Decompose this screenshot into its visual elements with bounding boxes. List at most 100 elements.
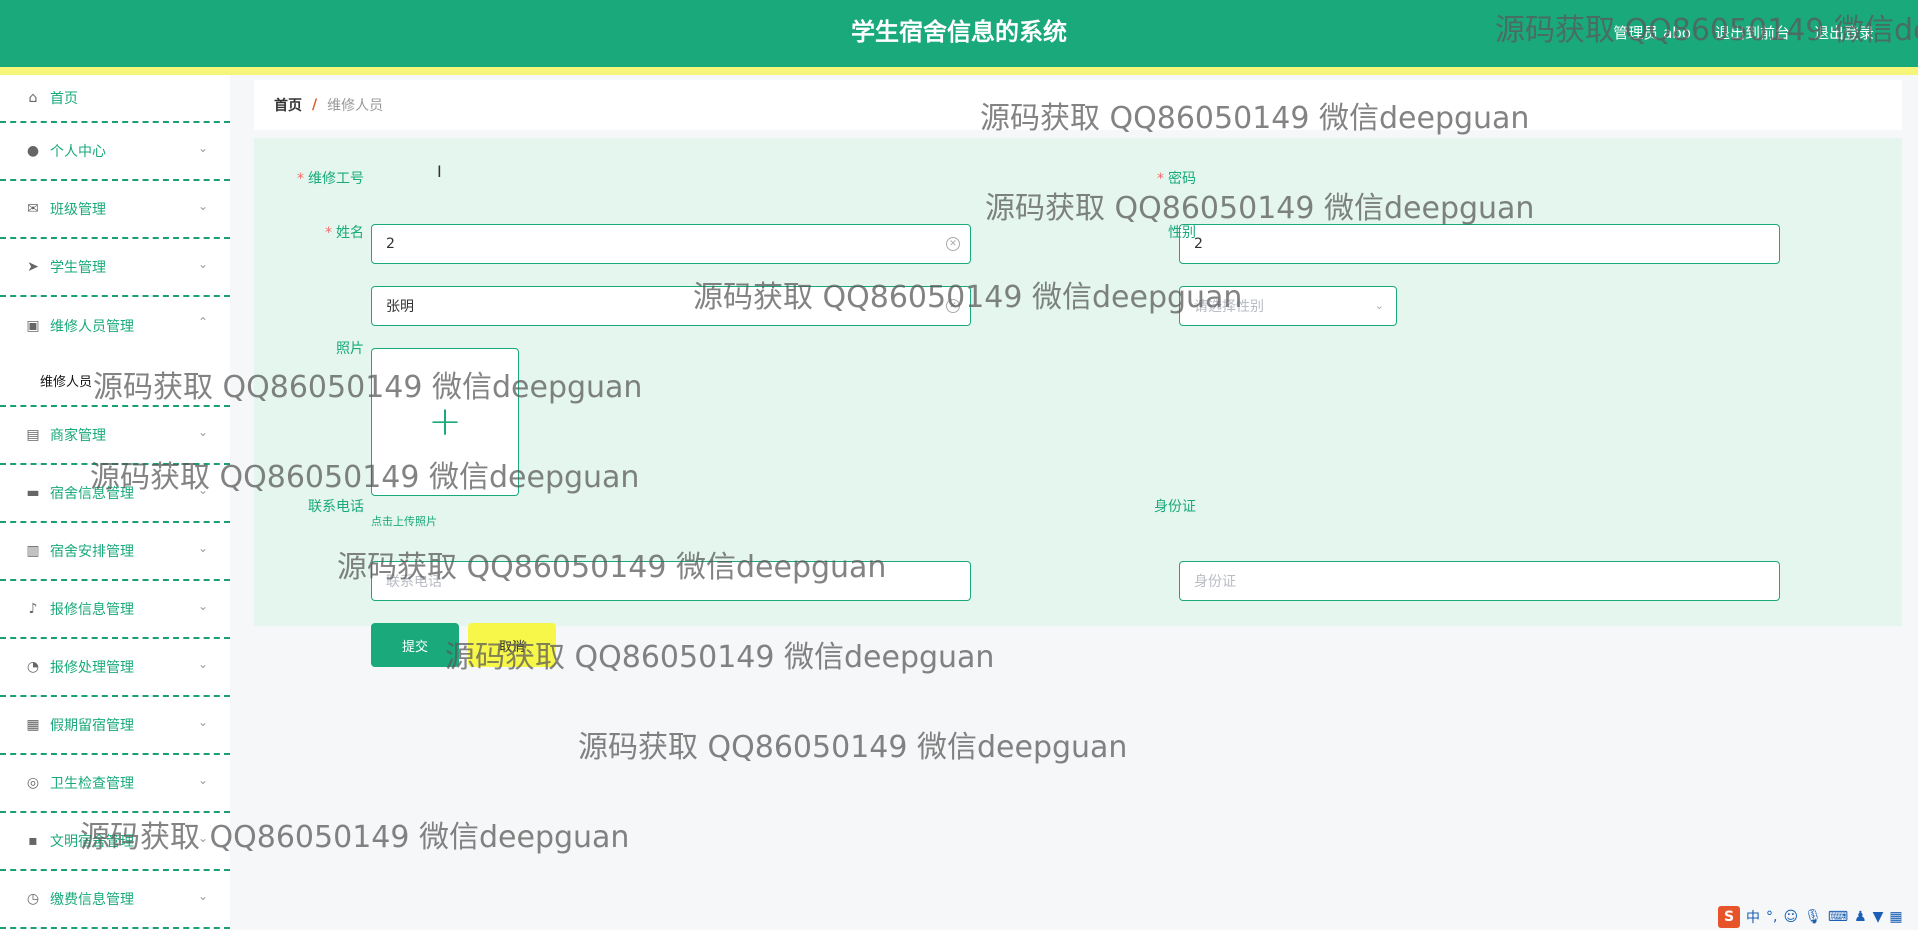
ime-logo-icon[interactable]: S [1718, 906, 1740, 928]
main-content: 首页 / 维修人员 * 维修工号 2 ✕ * 密码 2 * 姓名 张明 ✕ 性别 请 [230, 75, 1918, 930]
photo-upload-hint: 点击上传照片 [371, 515, 437, 528]
sidebar-item-personal-center[interactable]: ● 个人中心 ⌄ [0, 123, 230, 181]
sidebar-item-label: 商家管理 [50, 428, 106, 444]
gender-select[interactable]: 请选择性别 ⌄ [1179, 286, 1397, 326]
id-card-label: 身份证 [1154, 499, 1196, 515]
chevron-down-icon: ⌄ [1374, 299, 1384, 312]
sidebar-item-holiday-stay[interactable]: ▦ 假期留宿管理 ⌄ [0, 697, 230, 755]
chevron-up-icon: ⌃ [197, 315, 208, 329]
home-icon: ⌂ [28, 90, 38, 106]
sidebar-item-label: 班级管理 [50, 202, 106, 218]
sidebar-item-label: 维修人员 [40, 374, 93, 390]
sidebar-item-label: 宿舍信息管理 [50, 486, 134, 502]
sidebar-item-civilized-dorm[interactable]: ▪ 文明宿舍管理 ⌄ [0, 813, 230, 871]
sidebar-subitem-repair-staff[interactable]: 维修人员 [0, 355, 230, 407]
chevron-down-icon: ⌄ [197, 541, 208, 555]
plus-icon: + [428, 399, 462, 445]
breadcrumb-current: 维修人员 [327, 98, 384, 114]
microphone-icon[interactable]: 🎙 [1804, 909, 1822, 925]
chevron-down-icon: ⌄ [197, 257, 208, 271]
name-label: * 姓名 [325, 225, 364, 241]
chevron-down-icon: ⌄ [197, 657, 208, 671]
chat-icon: ▪ [28, 833, 38, 849]
id-card-input[interactable]: 身份证 [1179, 561, 1780, 601]
submit-button[interactable]: 提交 [371, 623, 459, 667]
user-icon[interactable]: ♟ [1854, 909, 1867, 925]
bell-off-icon: ♪ [28, 601, 38, 617]
photo-upload-box[interactable]: + [371, 348, 519, 496]
chevron-down-icon: ⌄ [197, 773, 208, 787]
top-header: 学生宿舍信息的系统 管理员 abo 退出到前台 退出登录 [0, 0, 1918, 67]
sidebar-item-label: 假期留宿管理 [50, 718, 134, 734]
sidebar-item-repair-staff[interactable]: ▣ 维修人员管理 ⌃ [0, 297, 230, 355]
grid-icon: ▦ [26, 717, 40, 733]
password-label: * 密码 [1157, 171, 1196, 187]
sidebar-item-class[interactable]: ✉ 班级管理 ⌄ [0, 181, 230, 239]
punctuation-icon[interactable]: °, [1766, 909, 1777, 925]
breadcrumb: 首页 / 维修人员 [254, 80, 1902, 130]
sidebar-item-dorm-info[interactable]: ▬ 宿舍信息管理 ⌄ [0, 465, 230, 523]
logout-link[interactable]: 退出登录 [1814, 22, 1874, 43]
gauge-icon: ◔ [26, 659, 40, 675]
go-frontend-link[interactable]: 退出到前台 [1715, 22, 1790, 43]
text-cursor-icon: I [437, 162, 442, 181]
ime-toolbar: S 中 °, ☺ 🎙 ⌨ ♟ ▼ ▦ [1712, 904, 1918, 930]
sidebar-item-repair-handling[interactable]: ◔ 报修处理管理 ⌄ [0, 639, 230, 697]
cancel-button[interactable]: 取消 [468, 623, 556, 667]
shirt-icon[interactable]: ▼ [1873, 909, 1884, 925]
briefcase-icon: ▬ [26, 485, 40, 501]
grid-icon[interactable]: ▦ [1889, 909, 1902, 925]
staff-no-input[interactable]: 2 ✕ [371, 224, 971, 264]
sidebar-item-payment[interactable]: ◷ 缴费信息管理 ⌄ [0, 871, 230, 929]
keyboard-icon[interactable]: ⌨ [1828, 909, 1848, 925]
ime-lang-toggle[interactable]: 中 [1746, 907, 1760, 927]
chevron-down-icon: ⌄ [197, 483, 208, 497]
staff-no-label: * 维修工号 [297, 171, 364, 187]
top-links: 管理员 abo 退出到前台 退出登录 [1613, 22, 1874, 43]
chevron-down-icon: ⌄ [197, 831, 208, 845]
clear-icon[interactable]: ✕ [946, 237, 960, 251]
sidebar-item-label: 学生管理 [50, 260, 106, 276]
sidebar-item-label: 报修信息管理 [50, 602, 134, 618]
header-stripe [0, 67, 1918, 75]
sidebar-item-student[interactable]: ➤ 学生管理 ⌄ [0, 239, 230, 297]
document-icon: ▥ [26, 543, 40, 559]
password-input[interactable]: 2 [1179, 224, 1780, 264]
breadcrumb-home[interactable]: 首页 [274, 95, 302, 115]
lifebuoy-icon: ◎ [26, 775, 40, 791]
emoji-icon[interactable]: ☺ [1783, 909, 1798, 925]
sidebar-item-label: 个人中心 [50, 144, 106, 160]
chevron-down-icon: ⌄ [197, 141, 208, 155]
name-input[interactable]: 张明 ✕ [371, 286, 971, 326]
sidebar: ⌂ 首页 ● 个人中心 ⌄ ✉ 班级管理 ⌄ ➤ 学生管理 ⌄ ▣ 维修人员管理… [0, 75, 230, 930]
clear-icon[interactable]: ✕ [946, 299, 960, 313]
repair-staff-form: * 维修工号 2 ✕ * 密码 2 * 姓名 张明 ✕ 性别 请选择性别 ⌄ 照片 [254, 138, 1902, 667]
card-icon: ▤ [26, 427, 40, 443]
chevron-down-icon: ⌄ [197, 889, 208, 903]
chevron-down-icon: ⌄ [197, 425, 208, 439]
mail-icon: ✉ [27, 201, 39, 217]
chevron-down-icon: ⌄ [197, 199, 208, 213]
photo-label: 照片 [336, 341, 364, 357]
sidebar-item-label: 报修处理管理 [50, 660, 134, 676]
chevron-down-icon: ⌄ [197, 599, 208, 613]
admin-user-label: 管理员 abo [1613, 24, 1691, 42]
sidebar-item-label: 宿舍安排管理 [50, 544, 134, 560]
sidebar-item-label: 卫生检查管理 [50, 776, 134, 792]
clipboard-icon: ▣ [26, 318, 40, 334]
sidebar-item-hygiene-check[interactable]: ◎ 卫生检查管理 ⌄ [0, 755, 230, 813]
clock-icon: ◷ [26, 891, 40, 907]
send-icon: ➤ [27, 259, 39, 275]
sidebar-item-merchant[interactable]: ▤ 商家管理 ⌄ [0, 407, 230, 465]
sidebar-item-label: 首页 [50, 91, 78, 107]
breadcrumb-separator: / [312, 97, 318, 113]
sidebar-item-repair-info[interactable]: ♪ 报修信息管理 ⌄ [0, 581, 230, 639]
phone-input[interactable]: 联系电话 [371, 561, 971, 601]
sidebar-item-home[interactable]: ⌂ 首页 [0, 75, 230, 123]
sidebar-item-label: 文明宿舍管理 [50, 834, 134, 850]
sidebar-item-dorm-arrangement[interactable]: ▥ 宿舍安排管理 ⌄ [0, 523, 230, 581]
chevron-down-icon: ⌄ [197, 715, 208, 729]
sidebar-item-label: 缴费信息管理 [50, 892, 134, 908]
phone-label: 联系电话 [308, 499, 364, 515]
user-icon: ● [26, 143, 40, 159]
